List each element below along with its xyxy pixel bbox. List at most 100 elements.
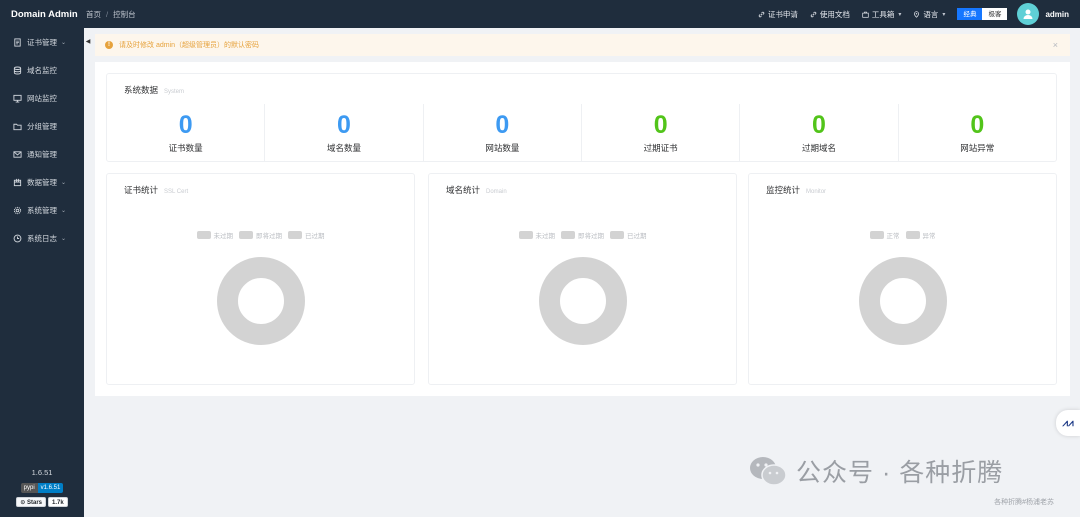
warning-icon: ! (105, 41, 113, 49)
watermark-subtext: 各种折腾#杨浦老苏 (994, 499, 1054, 506)
legend-swatch (561, 231, 575, 239)
sidebar-item-label: 数据管理 (27, 177, 57, 187)
stat-card: 0 证书数量 (107, 104, 266, 162)
sidebar-item-4[interactable]: 分组管理 (0, 112, 84, 140)
sidebar-item-8[interactable]: 系统日志 ⌄ (0, 224, 84, 252)
legend-label: 即将过期 (256, 233, 282, 240)
theme-simple-button[interactable]: 极客 (982, 8, 1008, 20)
stat-value: 0 (653, 111, 668, 139)
sidebar-item-7[interactable]: 系统管理 ⌄ (0, 196, 84, 224)
dashboard-panel: 系统数据 System 0 证书数量 0 域名数量 0 网站数量 0 过期证书 0 过期域名 0 网站… (95, 62, 1070, 396)
stat-label: 证书数量 (168, 143, 203, 153)
chevron-down-icon: ⌄ (61, 207, 67, 214)
legend-label: 正常 (886, 233, 900, 240)
breadcrumb-home[interactable]: 首页 (86, 9, 101, 20)
chart-card: 监控统计 Monitor 正常 异常 (748, 173, 1057, 385)
stat-card: 0 网站数量 (424, 104, 582, 162)
close-icon[interactable]: × (1053, 40, 1058, 50)
theme-switch: 经典 极客 (957, 8, 1008, 20)
chart-legend: 未过期 即将过期 已过期 (107, 230, 414, 240)
mail-icon (13, 150, 22, 158)
card-header: 监控统计 Monitor (766, 184, 826, 196)
sidebar-item-1[interactable]: 证书管理 ⌄ (0, 28, 84, 56)
legend-swatch (610, 231, 624, 239)
warning-alert: ! 请及时修改 admin（超级管理员）的默认密码 × (95, 34, 1070, 56)
username[interactable]: admin (1045, 10, 1069, 19)
sidebar-item-label: 系统日志 (27, 233, 57, 243)
card-subtitle: SSL Cert (164, 189, 189, 195)
legend-swatch (869, 231, 884, 239)
card-title: 域名统计 (446, 185, 481, 195)
card-title: 监控统计 (766, 185, 801, 195)
legend-item[interactable]: 正常 (869, 230, 900, 240)
toolbox-icon (862, 11, 869, 18)
legend-item[interactable]: 已过期 (288, 230, 325, 240)
floating-assistant-button[interactable]: ⩘⩘ (1056, 410, 1080, 436)
stat-value: 0 (495, 111, 510, 139)
donut-chart (538, 257, 627, 345)
sidebar-item-3[interactable]: 网站监控 (0, 84, 84, 112)
avatar[interactable] (1017, 3, 1040, 25)
sidebar-item-label: 网站监控 (27, 93, 57, 103)
legend-item[interactable]: 即将过期 (561, 230, 604, 240)
cert-apply-link[interactable]: 证书申请 (758, 9, 798, 20)
donut-ring (858, 257, 947, 345)
stat-label: 网站数量 (485, 143, 520, 153)
card-header: 域名统计 Domain (446, 184, 507, 196)
legend-item[interactable]: 异常 (905, 230, 936, 240)
docs-label: 使用文档 (819, 9, 850, 19)
legend-item[interactable]: 即将过期 (239, 230, 282, 240)
stat-label: 过期证书 (643, 143, 678, 153)
sidebar-item-label: 系统管理 (27, 205, 57, 215)
chevron-down-icon: ▾ (942, 11, 946, 18)
sidebar-item-2[interactable]: 域名监控 (0, 56, 84, 84)
app-title[interactable]: Domain Admin (0, 9, 84, 20)
pypi-badge[interactable]: pypi v1.6.51 (20, 483, 64, 493)
legend-swatch (905, 231, 920, 239)
legend-swatch (518, 231, 533, 239)
docs-link[interactable]: 使用文档 (810, 9, 850, 20)
legend-swatch (196, 231, 211, 239)
system-data-card: 系统数据 System 0 证书数量 0 域名数量 0 网站数量 0 过期证书 0 过期域名 0 网站… (106, 73, 1057, 162)
watermark-text: 公众号 · 各种折腾 (796, 459, 1004, 487)
github-label: Stars (27, 500, 43, 506)
cert-apply-label: 证书申请 (767, 9, 798, 19)
assistant-icon: ⩘⩘ (1062, 417, 1074, 429)
location-icon (914, 10, 920, 18)
chart-card: 域名统计 Domain 未过期 即将过期 已过期 (428, 173, 737, 385)
github-stars-badge[interactable]: ⊙ Stars 1.7k (16, 497, 68, 507)
stat-card: 0 域名数量 (265, 104, 424, 162)
sidebar-menu: 证书管理 ⌄ 域名监控 网站监控 分组管理 通知管理 数据管理 ⌄ 系统管理 ⌄ 系统日志 ⌄ (0, 28, 84, 252)
card-title: 证书统计 (124, 185, 159, 195)
collapse-sidebar-icon[interactable]: ◀ (84, 37, 92, 47)
language-label: 语言 (923, 9, 939, 19)
legend-item[interactable]: 未过期 (196, 230, 234, 240)
card-header: 证书统计 SSL Cert (124, 184, 188, 196)
language-dropdown[interactable]: 语言 ▾ (913, 9, 945, 20)
monitor-icon (13, 94, 22, 103)
card-title: 系统数据 (124, 85, 159, 95)
sidebar-item-6[interactable]: 数据管理 ⌄ (0, 168, 84, 196)
sidebar-item-label: 证书管理 (27, 37, 57, 47)
toolbox-dropdown[interactable]: 工具箱 ▾ (862, 9, 901, 20)
app-version: 1.6.51 (31, 468, 53, 477)
stat-label: 域名数量 (326, 143, 361, 153)
folder-icon (13, 123, 22, 130)
stat-card: 0 过期域名 (740, 104, 899, 162)
box-icon (13, 178, 22, 186)
chart-card: 证书统计 SSL Cert 未过期 即将过期 已过期 (106, 173, 415, 385)
legend-label: 未过期 (213, 233, 234, 240)
pypi-badge-version: v1.6.51 (37, 483, 64, 493)
chart-legend: 正常 异常 (749, 230, 1056, 240)
top-bar: Domain Admin 首页 / 控制台 证书申请 使用文档 工具箱 ▾ 语言… (0, 0, 1080, 28)
legend-item[interactable]: 未过期 (518, 230, 555, 240)
stats-row: 0 证书数量 0 域名数量 0 网站数量 0 过期证书 0 过期域名 0 网站异常 (107, 104, 1056, 162)
legend-item[interactable]: 已过期 (610, 230, 647, 240)
sidebar-item-5[interactable]: 通知管理 (0, 140, 84, 168)
github-icon: ⊙ (20, 500, 26, 506)
card-subtitle: Monitor (806, 189, 827, 195)
chevron-down-icon: ⌄ (61, 235, 67, 242)
stat-label: 过期域名 (801, 143, 836, 153)
breadcrumb-current: 控制台 (113, 9, 136, 19)
theme-classic-button[interactable]: 经典 (957, 8, 983, 20)
